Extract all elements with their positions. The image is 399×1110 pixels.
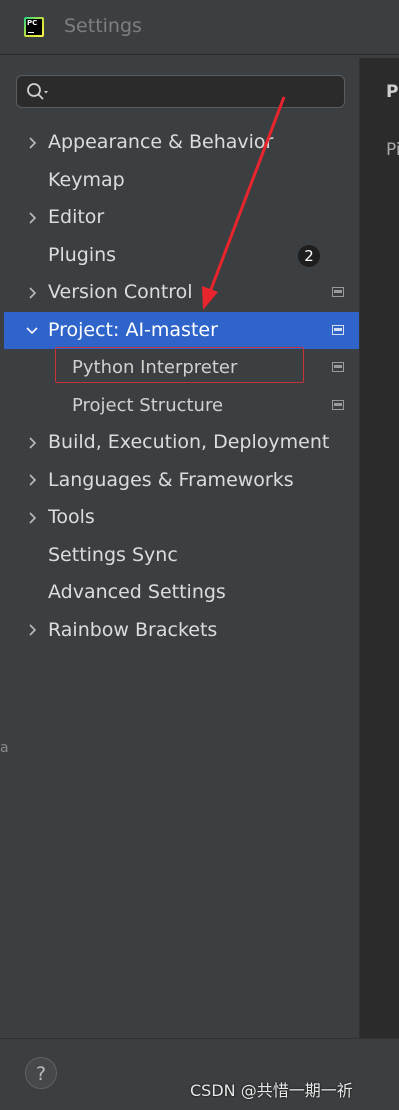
settings-window: PC Settings Appearance & Behavior Keymap E… [0,0,399,1110]
tree-item-tools[interactable]: Tools [4,499,359,537]
annotation-arrow-icon [202,96,286,310]
tree-item-settings-sync[interactable]: Settings Sync [4,537,359,575]
tree-item-label: Advanced Settings [48,581,226,603]
edge-fragment: a [0,740,9,756]
tree-item-label: Settings Sync [48,543,178,566]
tree-item-label: Tools [48,506,95,528]
watermark: CSDN @共惜一期一祈 [190,1081,353,1100]
tree-item-languages-frameworks[interactable]: Languages & Frameworks [4,462,359,500]
tree-item-label: Build, Execution, Deployment [48,431,330,453]
tree-item-label: Languages & Frameworks [48,468,294,491]
chevron-right-icon[interactable] [26,499,38,537]
tree-item-rainbow-brackets[interactable]: Rainbow Brackets [4,612,359,650]
footer-bar: ? CSDN @共惜一期一祈 [0,1038,399,1110]
project-level-icon [332,399,344,410]
chevron-right-icon[interactable] [26,612,38,650]
chevron-right-icon[interactable] [26,424,38,462]
tree-item-label: Rainbow Brackets [48,618,218,641]
tree-item-build-execution-deployment[interactable]: Build, Execution, Deployment [4,424,359,462]
chevron-right-icon[interactable] [26,462,38,500]
tree-item-advanced-settings[interactable]: Advanced Settings [4,574,359,612]
help-button[interactable]: ? [25,1057,57,1089]
